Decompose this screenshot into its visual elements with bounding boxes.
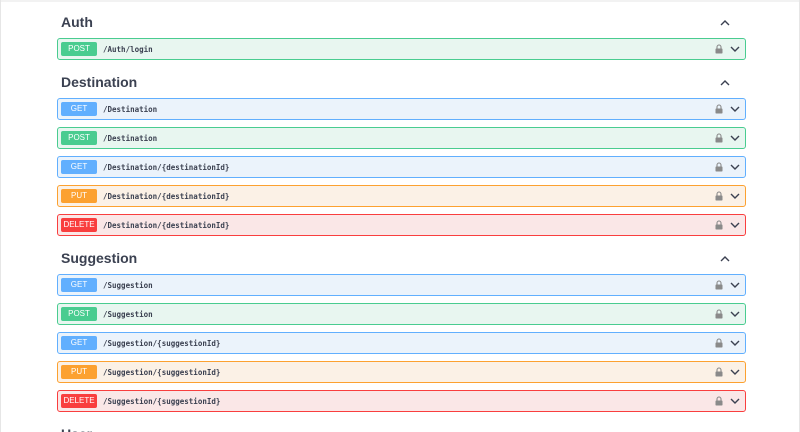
section-title: User	[61, 426, 92, 432]
endpoint-path: /Auth/login	[103, 44, 153, 54]
lock-icon[interactable]	[714, 279, 724, 291]
endpoint-path: /Destination/{destinationId}	[103, 191, 230, 201]
operation-row[interactable]: GET/Destination/{destinationId}	[57, 156, 746, 178]
operation-row[interactable]: POST/Destination	[57, 127, 746, 149]
operation-row[interactable]: POST/Suggestion	[57, 303, 746, 325]
chevron-down-icon[interactable]	[729, 395, 741, 407]
section-title: Suggestion	[61, 250, 138, 266]
section-auth: Auth POST/Auth/login	[57, 7, 746, 60]
chevron-down-icon[interactable]	[729, 43, 741, 55]
chevron-down-icon[interactable]	[729, 219, 741, 231]
chevron-up-icon[interactable]	[718, 251, 732, 265]
operations-group: GET/Suggestion POST/Suggestion GET/Suggest…	[57, 273, 746, 412]
chevron-down-icon[interactable]	[729, 161, 741, 173]
method-badge: DELETE	[61, 218, 97, 232]
chevron-down-icon[interactable]	[729, 337, 741, 349]
operation-row[interactable]: DELETE/Destination/{destinationId}	[57, 214, 746, 236]
operation-row[interactable]: GET/Suggestion/{suggestionId}	[57, 332, 746, 354]
method-badge: POST	[61, 131, 97, 145]
endpoint-path: /Suggestion/{suggestionId}	[103, 367, 221, 377]
method-badge: GET	[61, 336, 97, 350]
operation-row[interactable]: GET/Destination	[57, 98, 746, 120]
section-suggestion: Suggestion GET/Suggestion POST/Suggestion G…	[57, 243, 746, 412]
lock-icon[interactable]	[714, 366, 724, 378]
operation-row[interactable]: GET/Suggestion	[57, 274, 746, 296]
top-divider	[1, 0, 799, 2]
chevron-down-icon[interactable]	[729, 132, 741, 144]
endpoint-path: /Suggestion/{suggestionId}	[103, 396, 221, 406]
chevron-down-icon[interactable]	[729, 279, 741, 291]
section-header-user[interactable]: User	[57, 419, 746, 432]
operation-row[interactable]: PUT/Suggestion/{suggestionId}	[57, 361, 746, 383]
section-destination: Destination GET/Destination POST/Destinati…	[57, 67, 746, 236]
lock-icon[interactable]	[714, 43, 724, 55]
lock-icon[interactable]	[714, 161, 724, 173]
chevron-down-icon[interactable]	[729, 190, 741, 202]
operations-list: Auth POST/Auth/login Destination GET/Destin…	[57, 7, 746, 432]
swagger-page: Auth POST/Auth/login Destination GET/Destin…	[0, 0, 800, 432]
chevron-up-icon[interactable]	[718, 427, 732, 432]
section-user: User	[57, 419, 746, 432]
method-badge: GET	[61, 102, 97, 116]
lock-icon[interactable]	[714, 190, 724, 202]
operation-row[interactable]: PUT/Destination/{destinationId}	[57, 185, 746, 207]
section-header-destination[interactable]: Destination	[57, 67, 746, 97]
method-badge: DELETE	[61, 394, 97, 408]
method-badge: PUT	[61, 365, 97, 379]
method-badge: PUT	[61, 189, 97, 203]
endpoint-path: /Suggestion	[103, 280, 153, 290]
lock-icon[interactable]	[714, 395, 724, 407]
operations-group: POST/Auth/login	[57, 37, 746, 60]
chevron-down-icon[interactable]	[729, 366, 741, 378]
section-title: Destination	[61, 74, 138, 90]
section-header-auth[interactable]: Auth	[57, 7, 746, 37]
chevron-down-icon[interactable]	[729, 308, 741, 320]
endpoint-path: /Destination	[103, 104, 158, 114]
chevron-up-icon[interactable]	[718, 15, 732, 29]
lock-icon[interactable]	[714, 219, 724, 231]
method-badge: GET	[61, 160, 97, 174]
method-badge: POST	[61, 42, 97, 56]
endpoint-path: /Destination/{destinationId}	[103, 220, 230, 230]
chevron-down-icon[interactable]	[729, 103, 741, 115]
endpoint-path: /Destination	[103, 133, 158, 143]
operation-row[interactable]: DELETE/Suggestion/{suggestionId}	[57, 390, 746, 412]
lock-icon[interactable]	[714, 103, 724, 115]
section-title: Auth	[61, 14, 93, 30]
lock-icon[interactable]	[714, 337, 724, 349]
endpoint-path: /Suggestion/{suggestionId}	[103, 338, 221, 348]
lock-icon[interactable]	[714, 308, 724, 320]
endpoint-path: /Destination/{destinationId}	[103, 162, 230, 172]
section-header-suggestion[interactable]: Suggestion	[57, 243, 746, 273]
method-badge: POST	[61, 307, 97, 321]
chevron-up-icon[interactable]	[718, 75, 732, 89]
operations-group: GET/Destination POST/Destination GET/Desti…	[57, 97, 746, 236]
method-badge: GET	[61, 278, 97, 292]
lock-icon[interactable]	[714, 132, 724, 144]
operation-row[interactable]: POST/Auth/login	[57, 38, 746, 60]
endpoint-path: /Suggestion	[103, 309, 153, 319]
